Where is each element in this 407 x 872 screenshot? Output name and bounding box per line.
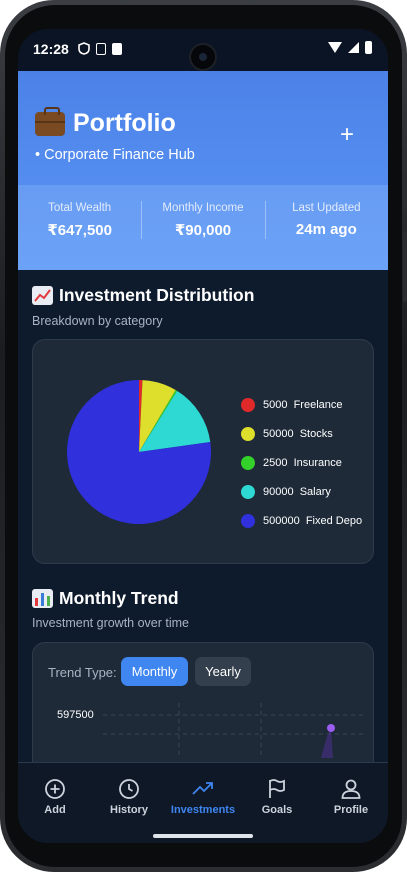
briefcase-icon [35,106,65,136]
pie-legend: 5000 Freelance 50000 Stocks 2500 Insurance… [241,390,362,535]
nav-history-label: History [110,804,148,816]
monthly-toggle-button[interactable]: Monthly [121,657,188,686]
trending-up-icon [192,782,213,795]
distribution-title: Investment Distribution [32,285,254,306]
app-notification-icon [96,42,106,55]
legend-text: 90000 Salary [263,485,331,498]
yearly-toggle-button[interactable]: Yearly [195,657,251,686]
legend-item-salary: 90000 Salary [241,477,362,506]
stat-label: Total Wealth [48,202,112,214]
trend-data-point [327,724,335,732]
stat-label: Last Updated [292,202,361,214]
trend-subtitle: Investment growth over time [32,616,190,630]
legend-item-fixed-depo: 500000 Fixed Depo [241,506,362,535]
front-camera [189,43,217,71]
flag-icon [269,779,285,798]
stat-value: 24m ago [295,221,357,238]
signal-icon [348,42,359,53]
legend-swatch [241,455,255,470]
legend-item-insurance: 2500 Insurance [241,448,362,477]
app-screen: 12:28 Portfolio • Corporate Finance Hub … [18,29,388,843]
distribution-card: 5000 Freelance 50000 Stocks 2500 Insurance… [32,339,374,564]
bottom-nav: Add History Investments Goals Profile [18,762,388,843]
volume-up-button [403,170,407,210]
nav-goals-label: Goals [261,804,293,816]
status-system-icons [328,41,372,54]
legend-text: 50000 Stocks [263,427,333,440]
legend-item-stocks: 50000 Stocks [241,419,362,448]
status-notification-icons [78,42,122,55]
user-icon [341,779,361,799]
stat-last-updated: Last Updated 24m ago [264,185,388,270]
trend-title-text: Monthly Trend [59,588,179,608]
nav-add-label: Add [44,804,66,816]
y-axis-label: 597500 [57,709,94,721]
page-subtitle: • Corporate Finance Hub [35,147,195,163]
pie-chart [67,380,211,524]
title-row: Portfolio [35,106,176,138]
chart-increasing-icon [32,286,53,305]
sd-card-icon [112,42,122,55]
home-indicator [153,834,253,838]
phone-frame: 12:28 Portfolio • Corporate Finance Hub … [0,0,407,872]
stat-value: ₹90,000 [174,222,232,239]
nav-profile[interactable]: Profile [314,777,388,816]
clock-icon [119,779,139,799]
nav-investments-label: Investments [170,804,236,816]
nav-history[interactable]: History [92,777,166,816]
wifi-icon [328,42,342,53]
legend-swatch [241,397,255,412]
legend-item-freelance: 5000 Freelance [241,390,362,419]
bar-chart-icon [32,589,53,608]
nav-add[interactable]: Add [18,777,92,816]
legend-text: 5000 Freelance [263,398,343,411]
trend-card: Trend Type: Monthly Yearly 597500 [32,642,374,782]
add-circle-icon [45,779,65,799]
legend-swatch [241,426,255,441]
stat-monthly-income: Monthly Income ₹90,000 [141,185,264,270]
legend-swatch [241,513,255,528]
battery-icon [365,41,372,54]
legend-text: 2500 Insurance [263,456,342,469]
stat-label: Monthly Income [162,202,244,214]
legend-swatch [241,484,255,499]
distribution-subtitle: Breakdown by category [32,314,163,328]
status-time: 12:28 [33,41,69,57]
trend-type-label: Trend Type: [48,665,117,680]
distribution-title-text: Investment Distribution [59,285,255,305]
nav-goals[interactable]: Goals [240,777,314,816]
nav-profile-label: Profile [333,804,369,816]
add-plus-button[interactable]: + [340,123,354,147]
stat-total-wealth: Total Wealth ₹647,500 [18,185,141,270]
page-title: Portfolio [73,109,176,137]
trend-title: Monthly Trend [32,588,179,609]
stat-value: ₹647,500 [47,222,112,239]
portfolio-header: Portfolio • Corporate Finance Hub + Tota… [18,71,388,270]
legend-text: 500000 Fixed Depo [263,514,363,527]
stats-bar: Total Wealth ₹647,500 Monthly Income ₹90… [18,185,388,270]
shield-icon [78,42,90,55]
power-button [403,232,407,302]
status-bar: 12:28 [18,29,388,71]
nav-investments[interactable]: Investments [166,777,240,816]
